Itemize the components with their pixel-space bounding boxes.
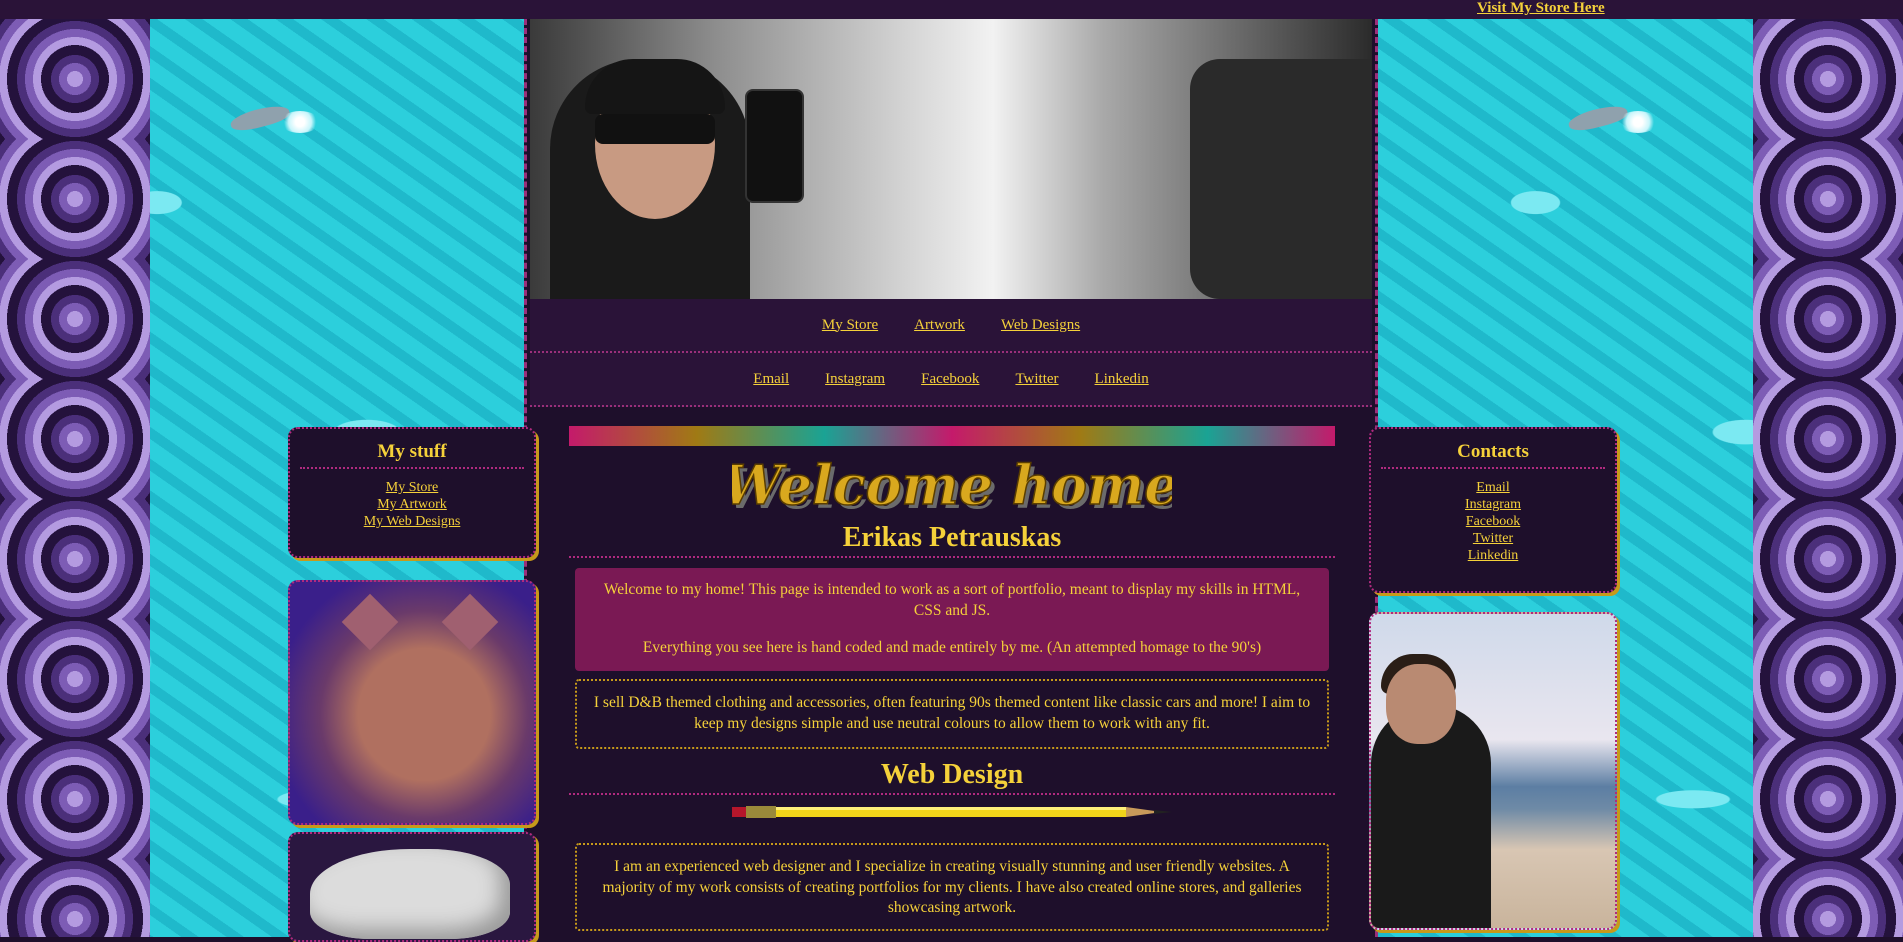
pencil-divider bbox=[732, 805, 1172, 818]
beach-photo bbox=[1369, 612, 1617, 930]
dolphin-gif-right bbox=[1548, 99, 1668, 139]
link-my-web-designs[interactable]: My Web Designs bbox=[364, 514, 461, 529]
svg-text:Welcome home: Welcome home bbox=[732, 454, 1172, 517]
web-design-description: I am an experienced web designer and I s… bbox=[575, 842, 1329, 931]
primary-nav: My Store Artwork Web Designs bbox=[530, 299, 1372, 353]
nav-my-store[interactable]: My Store bbox=[822, 317, 878, 334]
nav-instagram[interactable]: Instagram bbox=[825, 371, 885, 388]
contacts-title: Contacts bbox=[1381, 441, 1605, 469]
social-nav: Email Instagram Facebook Twitter Linkedi… bbox=[530, 353, 1372, 407]
dolphin-gif-left bbox=[210, 99, 330, 139]
my-stuff-panel: My stuff My Store My Artwork My Web Desi… bbox=[288, 427, 536, 558]
header-photo bbox=[530, 19, 1372, 299]
contact-email[interactable]: Email bbox=[1476, 480, 1509, 495]
link-my-artwork[interactable]: My Artwork bbox=[377, 497, 447, 512]
nav-web-designs[interactable]: Web Designs bbox=[1001, 317, 1080, 334]
nav-artwork[interactable]: Artwork bbox=[914, 317, 965, 334]
nav-facebook[interactable]: Facebook bbox=[921, 371, 979, 388]
main-content: Welcome home Welcome home Erikas Petraus… bbox=[569, 426, 1335, 931]
roses-border-left bbox=[0, 19, 150, 937]
roses-border-right bbox=[1753, 19, 1903, 937]
white-cat-gif bbox=[288, 832, 536, 942]
intro-box: Welcome to my home! This page is intende… bbox=[575, 568, 1329, 671]
nav-twitter[interactable]: Twitter bbox=[1015, 371, 1058, 388]
contact-instagram[interactable]: Instagram bbox=[1465, 497, 1521, 512]
top-bar bbox=[0, 0, 1903, 19]
web-design-heading: Web Design bbox=[569, 759, 1335, 795]
intro-paragraph-1: Welcome to my home! This page is intende… bbox=[603, 581, 1301, 619]
contact-twitter[interactable]: Twitter bbox=[1473, 531, 1513, 546]
contact-linkedin[interactable]: Linkedin bbox=[1468, 548, 1519, 563]
cat-photo bbox=[288, 580, 536, 825]
intro-paragraph-2: Everything you see here is hand coded an… bbox=[642, 638, 1262, 656]
welcome-home-banner: Welcome home Welcome home bbox=[732, 454, 1172, 520]
nav-email[interactable]: Email bbox=[753, 371, 789, 388]
my-stuff-title: My stuff bbox=[300, 441, 524, 469]
link-my-store[interactable]: My Store bbox=[386, 480, 439, 495]
store-description: I sell D&B themed clothing and accessori… bbox=[575, 678, 1329, 749]
nav-linkedin[interactable]: Linkedin bbox=[1095, 371, 1149, 388]
visit-store-link[interactable]: Visit My Store Here bbox=[1477, 0, 1605, 17]
contact-facebook[interactable]: Facebook bbox=[1466, 514, 1520, 529]
rainbow-divider bbox=[569, 426, 1335, 446]
contacts-panel: Contacts Email Instagram Facebook Twitte… bbox=[1369, 427, 1617, 593]
page-title: Erikas Petrauskas bbox=[569, 522, 1335, 558]
